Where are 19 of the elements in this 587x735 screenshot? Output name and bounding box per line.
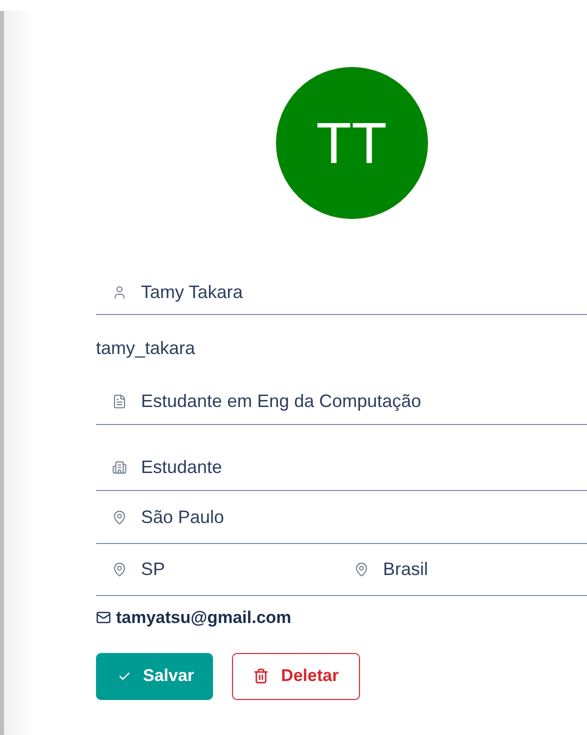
location-pin-icon [112,510,127,524]
document-icon [112,394,127,409]
check-icon [118,670,131,682]
email: tamyatsu@gmail.com [116,607,292,629]
mail-icon [96,610,111,626]
location-pin-icon [354,562,369,577]
location-pin-icon [112,562,127,577]
occupation-field[interactable]: Estudante em Eng da Computação [141,388,587,415]
state-field[interactable]: SP [141,556,338,583]
avatar-initials: TT [316,110,387,178]
company-field[interactable]: Estudante [141,454,587,481]
country-field[interactable]: Brasil [383,556,587,583]
person-icon [112,285,127,300]
delete-button[interactable]: Deletar [232,652,360,700]
name-field[interactable]: Tamy Takara [141,279,587,306]
city-field[interactable]: São Paulo [141,504,587,530]
username: tamy_takara [96,337,196,359]
trash-icon [253,668,270,684]
building-icon [112,460,127,475]
